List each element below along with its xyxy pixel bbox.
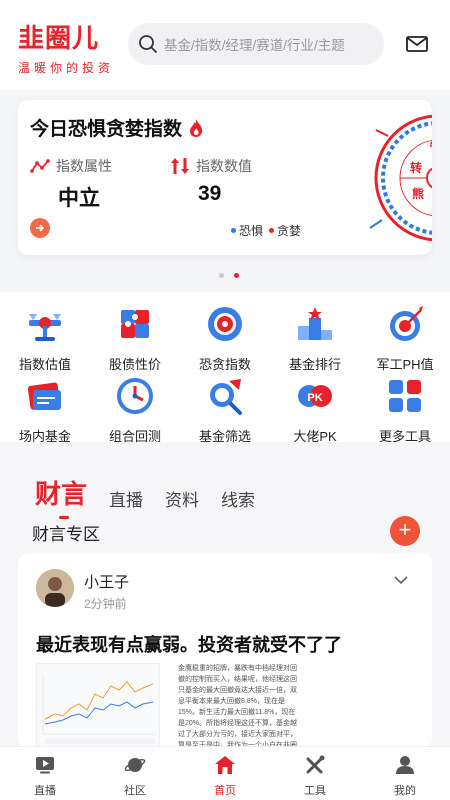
nav-home[interactable]: 首页 bbox=[180, 747, 270, 800]
brand: 韭圈儿 温暖你的投资 bbox=[18, 18, 114, 76]
scale-icon bbox=[29, 314, 61, 341]
nav-label: 工具 bbox=[304, 785, 326, 797]
chevron-down-icon[interactable] bbox=[394, 575, 408, 585]
home-icon bbox=[215, 756, 235, 774]
tool-expert-pk[interactable]: PK 大佬PK bbox=[270, 376, 360, 445]
mail-icon[interactable] bbox=[406, 36, 428, 52]
nav-label: 社区 bbox=[124, 785, 146, 797]
post-chart-image[interactable] bbox=[36, 663, 160, 748]
tool-fund-ranking[interactable]: 基金排行 bbox=[270, 304, 360, 373]
nav-label: 我的 bbox=[394, 785, 416, 797]
tool-label: 组合回测 bbox=[108, 429, 161, 444]
live-icon bbox=[36, 757, 54, 774]
post-title[interactable]: 最近表现有点赢弱。投资者就受不了了 bbox=[36, 631, 342, 657]
post-card[interactable]: 小王子 2分钟前 最近表现有点赢弱。投资者就受不了了 金鹰稳重的招牌，暴跌有中档… bbox=[18, 553, 432, 748]
fire-icon bbox=[190, 118, 203, 137]
tab-live[interactable]: 直播 bbox=[109, 486, 143, 511]
more-arrow-button[interactable] bbox=[30, 218, 50, 238]
fear-greed-gauge: 39 牛 转 熊 坤 bbox=[369, 114, 432, 242]
tool-label: 指数估值 bbox=[18, 357, 71, 372]
ticket-icon bbox=[27, 382, 61, 410]
target-icon bbox=[390, 306, 423, 341]
tool-more[interactable]: 更多工具 bbox=[360, 376, 450, 445]
search-placeholder: 基金/指数/经理/赛道/行业/主题 bbox=[164, 38, 345, 53]
tab-materials[interactable]: 资料 bbox=[165, 486, 199, 511]
puzzle-icon bbox=[121, 310, 149, 338]
trend-icon bbox=[30, 159, 50, 173]
tab-caiyan[interactable]: 财言 bbox=[35, 474, 87, 519]
tool-label: 场内基金 bbox=[18, 429, 71, 444]
fear-greed-title: 今日恐惧贪婪指数 bbox=[30, 114, 204, 141]
tool-fund-filter[interactable]: 基金筛选 bbox=[180, 376, 270, 445]
svg-text:PK: PK bbox=[307, 392, 322, 404]
attr-label: 指数属性 bbox=[56, 158, 112, 174]
gauge-char-bear: 熊 bbox=[412, 186, 424, 201]
post-excerpt: 金鹰稳重的招牌，暴跌有中档经理对回撤的控制而买入，结果呢，他经理这回只基金的最大… bbox=[178, 665, 298, 748]
planet-icon bbox=[124, 758, 146, 772]
tool-stock-bond[interactable]: 股债性价 bbox=[90, 304, 180, 373]
updown-arrows-icon bbox=[171, 158, 189, 174]
nav-live[interactable]: 直播 bbox=[0, 747, 90, 800]
tool-label: 军工PH值 bbox=[376, 357, 434, 372]
tools-icon bbox=[306, 755, 325, 774]
nav-mine[interactable]: 我的 bbox=[360, 747, 450, 800]
tool-exchange-funds[interactable]: 场内基金 bbox=[0, 376, 90, 445]
tab-clues[interactable]: 线索 bbox=[221, 486, 255, 511]
tool-label: 更多工具 bbox=[378, 429, 431, 444]
tool-label: 基金排行 bbox=[288, 357, 341, 372]
carousel-pager[interactable] bbox=[214, 273, 244, 278]
search-input[interactable]: 基金/指数/经理/赛道/行业/主题 bbox=[128, 23, 384, 65]
tool-label: 股债性价 bbox=[108, 357, 161, 372]
arrow-right-icon bbox=[36, 224, 45, 232]
grid-icon bbox=[389, 380, 421, 412]
fear-greed-icon bbox=[208, 307, 242, 341]
tool-military-ph[interactable]: 军工PH值 bbox=[360, 304, 450, 373]
pk-icon: PK bbox=[298, 385, 332, 407]
tool-portfolio-backtest[interactable]: 组合回测 bbox=[90, 376, 180, 445]
legend-fear: 恐惧 bbox=[239, 224, 264, 238]
fear-greed-legend: 恐惧 贪婪 bbox=[231, 222, 301, 239]
index-attribute: 指数属性 中立 bbox=[30, 156, 112, 212]
top-header: 韭圈儿 温暖你的投资 基金/指数/经理/赛道/行业/主题 bbox=[0, 0, 450, 90]
attr-value: 中立 bbox=[58, 187, 100, 210]
nav-label: 直播 bbox=[34, 785, 56, 797]
avatar[interactable] bbox=[36, 569, 74, 607]
bottom-nav: 直播 社区 首页 工具 我的 bbox=[0, 746, 450, 800]
legend-greed: 贪婪 bbox=[277, 224, 302, 238]
nav-community[interactable]: 社区 bbox=[90, 747, 180, 800]
zone-title: 财言专区 bbox=[32, 525, 100, 544]
user-icon bbox=[396, 756, 414, 774]
nav-tools[interactable]: 工具 bbox=[270, 747, 360, 800]
brand-slogan: 温暖你的投资 bbox=[18, 61, 115, 75]
gauge-char-turn: 转 bbox=[410, 160, 422, 175]
tool-label: 大佬PK bbox=[293, 429, 337, 444]
fear-greed-card[interactable]: 今日恐惧贪婪指数 指数属性 中立 指数数值 39 恐惧 贪婪 39 牛 转 熊 bbox=[18, 100, 432, 255]
pager-dot-active[interactable] bbox=[234, 273, 239, 278]
index-value: 指数数值 39 bbox=[170, 156, 252, 206]
filter-icon bbox=[210, 379, 242, 415]
tool-index-valuation[interactable]: 指数估值 bbox=[0, 304, 90, 373]
podium-icon bbox=[298, 307, 332, 340]
tool-label: 基金筛选 bbox=[198, 429, 251, 444]
pager-dot[interactable] bbox=[219, 273, 224, 278]
tool-label: 恐贪指数 bbox=[198, 357, 251, 372]
nav-label: 首页 bbox=[214, 785, 236, 797]
add-post-button[interactable]: + bbox=[390, 516, 420, 546]
value-label: 指数数值 bbox=[196, 158, 252, 174]
feed-tabs: 财言 直播 资料 线索 bbox=[35, 474, 277, 519]
post-author[interactable]: 小王子 bbox=[84, 571, 129, 592]
clock-icon bbox=[117, 378, 153, 414]
tool-fear-greed[interactable]: 恐贪指数 bbox=[180, 304, 270, 373]
gauge-char-bull: 牛 bbox=[429, 138, 432, 154]
search-icon bbox=[139, 35, 157, 53]
fear-greed-title-text: 今日恐惧贪婪指数 bbox=[30, 119, 183, 140]
brand-name: 韭圈儿 bbox=[18, 23, 100, 53]
tools-grid: 指数估值 股债性价 恐贪指数 基金排行 军工PH值 场内基金 组合回测 基金筛选… bbox=[0, 292, 450, 445]
feed-section: 财言 直播 资料 线索 财言专区 + 小王子 2分钟前 最近表现有点赢弱。投资者… bbox=[0, 446, 450, 748]
index-value-number: 39 bbox=[198, 182, 222, 205]
post-time: 2分钟前 bbox=[84, 597, 127, 611]
